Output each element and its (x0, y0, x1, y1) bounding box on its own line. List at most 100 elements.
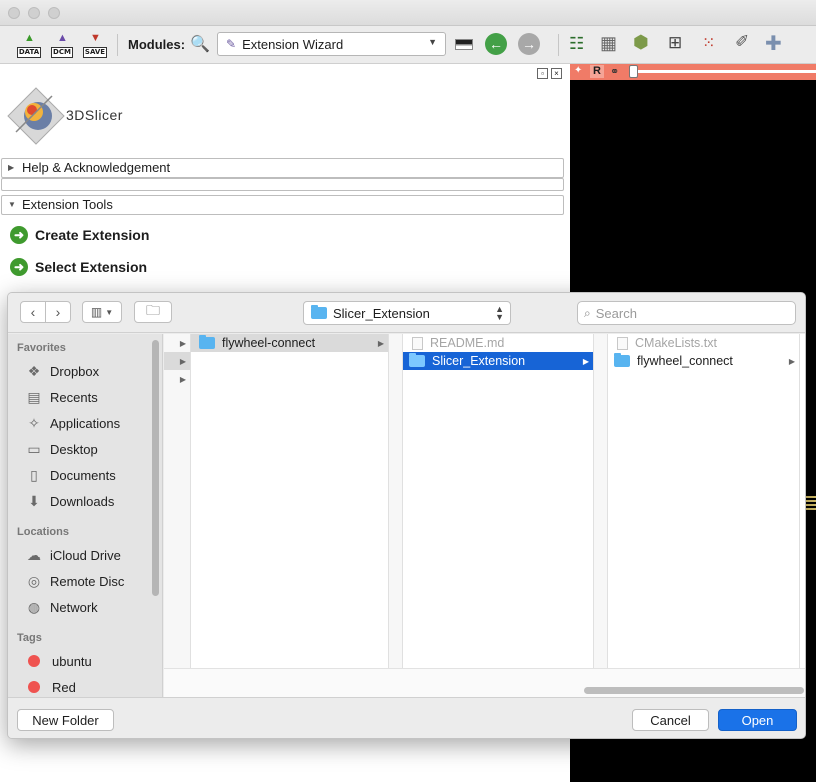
sidebar-item-downloads[interactable]: ⬇ Downloads (26, 491, 114, 511)
recents-icon: ▤ (27, 388, 41, 405)
help-section-title: Help & Acknowledgement (22, 160, 171, 175)
path-value: Slicer_Extension (333, 305, 430, 321)
sidebar-item-documents[interactable]: ▯ Documents (26, 465, 116, 485)
slice-offset-slider-track[interactable] (632, 70, 816, 73)
sidebar-item-label: Dropbox (50, 363, 100, 379)
back-button[interactable]: ← (485, 33, 507, 55)
chevron-down-icon: ▼ (428, 37, 437, 47)
search-input[interactable] (595, 305, 776, 321)
models-icon[interactable]: ⬢ (633, 32, 649, 53)
file-readme[interactable]: README.md (403, 334, 593, 352)
slice-orientation-label: R (590, 65, 604, 78)
create-extension-button[interactable]: ➜ Create Extension (10, 224, 149, 246)
chevron-right-icon: ▶ (179, 356, 186, 366)
red-tag-icon (28, 681, 40, 693)
close-window-button[interactable] (8, 7, 20, 19)
item-name: flywheel_connect (637, 354, 733, 368)
sidebar-item-applications[interactable]: ✧ Applications (26, 413, 120, 433)
dialog-footer: New Folder Cancel Open (8, 697, 805, 738)
close-icon[interactable]: × (551, 68, 562, 79)
module-selector[interactable]: ✎ Extension Wizard ▼ (217, 32, 446, 56)
sidebar-item-network[interactable]: ◍ Network (26, 597, 98, 617)
modules-label: Modules: (128, 37, 186, 52)
horizontal-scrollbar[interactable] (584, 687, 804, 694)
sidebar-item-recents[interactable]: ▤ Recents (26, 387, 98, 407)
editor-icon[interactable]: ✐ (735, 32, 749, 52)
chevron-down-icon: ▼ (105, 307, 114, 317)
chevron-right-icon: ▶ (788, 356, 795, 366)
help-section-header[interactable]: ▶ Help & Acknowledgement (1, 158, 564, 178)
transforms-icon[interactable]: ⊞ (668, 33, 682, 53)
chevron-right-icon: › (55, 304, 61, 320)
sidebar-tag-red[interactable]: Red (26, 677, 76, 697)
sidebar-item-desktop[interactable]: ▭ Desktop (26, 439, 98, 459)
path-popup[interactable]: Slicer_Extension ▲ ▼ (303, 301, 511, 325)
folder-icon (409, 353, 425, 367)
new-folder-toolbar-button[interactable]: 🗀 (134, 301, 172, 323)
undock-icon[interactable]: ▫ (537, 68, 548, 79)
module-search-icon[interactable]: 🔍 (190, 34, 210, 54)
open-button[interactable]: Open (718, 709, 797, 731)
sidebar-item-label: Network (50, 599, 98, 615)
dcm-icon: DCM (51, 47, 73, 58)
red-tag-icon (28, 655, 40, 667)
column-browser: ▶ ▶ ▶ flywheel-connect ▶ README.md Slice… (164, 334, 805, 697)
sidebar-scrollbar[interactable] (152, 340, 159, 596)
sidebar-item-icloud[interactable]: ☁ iCloud Drive (26, 545, 121, 565)
markups-icon[interactable]: ⁙ (702, 33, 715, 53)
folder-flywheel-connect[interactable]: flywheel-connect ▶ (191, 334, 388, 352)
list-item[interactable]: ▶ (164, 352, 190, 370)
forward-button[interactable]: › (45, 301, 71, 323)
save-button[interactable]: ▼ SAVE (82, 32, 108, 58)
finder-sidebar: Favorites ❖ Dropbox ▤ Recents ✧ Application… (8, 334, 163, 697)
sidebar-item-label: Recents (50, 389, 98, 405)
sidebar-item-label: Remote Disc (50, 573, 125, 589)
dialog-toolbar: ‹ › ▥ ▼ 🗀 Slicer_Extension ▲ ▼ ⌕ (8, 293, 805, 333)
module-selected-value: Extension Wizard (242, 36, 344, 52)
forward-button[interactable]: → (518, 33, 540, 55)
extension-tools-header[interactable]: ▼ Extension Tools (1, 195, 564, 215)
chevron-right-icon: ▶ (377, 338, 384, 348)
module-history-icon[interactable] (455, 39, 473, 50)
sidebar-item-dropbox[interactable]: ❖ Dropbox (26, 361, 99, 381)
list-item[interactable]: ▶ (164, 334, 190, 352)
sidebar-tag-ubuntu[interactable]: ubuntu (26, 651, 92, 671)
view-mode-button[interactable]: ▥ ▼ (82, 301, 122, 323)
viewer-edge-marker (806, 496, 816, 510)
item-name: README.md (430, 336, 505, 350)
slice-controller-bar: ✦ R ⚭ (570, 64, 816, 80)
zoom-window-button[interactable] (48, 7, 60, 19)
link-icon[interactable]: ⚭ (610, 65, 619, 78)
documents-icon: ▯ (30, 466, 38, 483)
extensions-puzzle-icon[interactable]: ✚ (765, 31, 782, 56)
column-gap (594, 334, 608, 668)
minimize-window-button[interactable] (28, 7, 40, 19)
dicom-button[interactable]: ▲ DCM (49, 32, 75, 58)
volumes-cube-icon[interactable]: ▦ (600, 33, 617, 54)
select-extension-button[interactable]: ➜ Select Extension (10, 256, 147, 278)
browser-column-2: flywheel-connect ▶ (191, 334, 389, 668)
data-tree-icon[interactable]: ☷ (569, 34, 584, 54)
slicer-logo-icon (7, 87, 65, 145)
empty-section (1, 178, 564, 191)
sidebar-item-label: Desktop (50, 441, 98, 457)
sidebar-item-label: Downloads (50, 493, 115, 509)
cancel-button[interactable]: Cancel (632, 709, 709, 731)
open-file-dialog: ‹ › ▥ ▼ 🗀 Slicer_Extension ▲▼ ⌕ Favorite… (7, 292, 806, 739)
icloud-icon: ☁ (27, 546, 41, 563)
slice-offset-slider-handle[interactable] (629, 65, 638, 78)
arrow-left-icon: ← (489, 36, 503, 52)
pin-icon[interactable]: ✦ (574, 65, 582, 76)
file-cmakelists[interactable]: CMakeLists.txt (608, 334, 799, 352)
list-item[interactable]: ▶ (164, 370, 190, 388)
chevron-right-icon: ▶ (582, 356, 589, 366)
sidebar-item-remote-disc[interactable]: ◎ Remote Disc (26, 571, 125, 591)
back-button[interactable]: ‹ (20, 301, 46, 323)
folder-slicer-extension[interactable]: Slicer_Extension ▶ (403, 352, 593, 370)
folder-flywheel-connect-inner[interactable]: flywheel_connect ▶ (608, 352, 799, 370)
new-folder-button[interactable]: New Folder (17, 709, 114, 731)
item-name: flywheel-connect (222, 336, 316, 350)
search-field[interactable]: ⌕ (577, 301, 796, 325)
load-data-button[interactable]: ▲ DATA (16, 32, 42, 58)
extension-tools-title: Extension Tools (22, 197, 113, 212)
